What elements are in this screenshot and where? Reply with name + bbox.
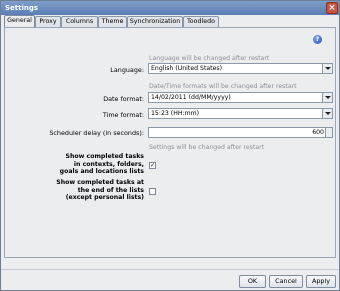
tab-columns[interactable]: Columns bbox=[61, 16, 98, 27]
completed-tasks-end-label-line: (except personal lists) bbox=[65, 194, 144, 202]
completed-tasks-contexts-label-line: goals and locations lists bbox=[59, 168, 144, 176]
language-restart-note: Language will be changed after restart bbox=[149, 55, 270, 62]
tab-synchronization[interactable]: Synchronization bbox=[127, 16, 183, 27]
completed-tasks-end-label-line: the end of the lists bbox=[77, 186, 144, 194]
completed-tasks-contexts-checkbox[interactable]: ✓ bbox=[149, 162, 156, 169]
close-icon: × bbox=[328, 3, 336, 13]
date-format-label: Date format: bbox=[103, 95, 144, 103]
settings-restart-note: Settings will be changed after restart bbox=[149, 144, 265, 151]
settings-window: Settings × General Proxy Columns Theme S… bbox=[0, 0, 340, 291]
date-format-select[interactable]: 14/02/2011 (dd/MM/yyyy) bbox=[148, 92, 333, 103]
language-label: Language: bbox=[110, 66, 144, 74]
cancel-button[interactable]: Cancel bbox=[269, 275, 303, 288]
tab-toodledo[interactable]: Toodledo bbox=[183, 16, 219, 27]
time-format-label: Time format: bbox=[102, 111, 144, 119]
scheduler-delay-label: Scheduler delay (in seconds): bbox=[49, 129, 144, 137]
date-format-value: 14/02/2011 (dd/MM/yyyy) bbox=[151, 94, 231, 101]
time-format-select[interactable]: 15:23 (HH:mm) bbox=[148, 108, 333, 119]
completed-tasks-contexts-label: Show completed tasks in contexts, folder… bbox=[42, 153, 144, 176]
datetime-restart-note: Date/Time formats will be changed after … bbox=[149, 83, 297, 90]
tab-proxy[interactable]: Proxy bbox=[35, 16, 61, 27]
completed-tasks-end-label: Show completed tasks at the end of the l… bbox=[42, 179, 144, 202]
chevron-down-icon[interactable] bbox=[322, 109, 332, 118]
spinner-icon[interactable] bbox=[325, 128, 332, 137]
completed-tasks-end-label-line: Show completed tasks at bbox=[56, 179, 144, 186]
completed-tasks-contexts-label-line: in contexts, folders, bbox=[73, 160, 144, 168]
chevron-down-icon[interactable] bbox=[322, 93, 332, 102]
time-format-value: 15:23 (HH:mm) bbox=[151, 110, 200, 117]
title-bar: Settings × bbox=[1, 1, 339, 15]
language-select[interactable]: English (United States) bbox=[148, 63, 333, 74]
window-title: Settings bbox=[5, 4, 39, 12]
tab-theme[interactable]: Theme bbox=[98, 16, 127, 27]
completed-tasks-contexts-label-line: Show completed tasks bbox=[65, 153, 144, 160]
chevron-down-icon[interactable] bbox=[322, 64, 332, 73]
close-button[interactable]: × bbox=[326, 2, 338, 14]
apply-button[interactable]: Apply bbox=[306, 275, 336, 288]
button-separator bbox=[1, 269, 339, 270]
completed-tasks-end-checkbox[interactable] bbox=[149, 188, 156, 195]
scheduler-delay-value: 600 bbox=[312, 129, 324, 136]
language-value: English (United States) bbox=[151, 65, 223, 72]
ok-button[interactable]: OK bbox=[239, 275, 266, 288]
help-icon[interactable]: ? bbox=[313, 35, 322, 44]
tab-general[interactable]: General bbox=[4, 15, 35, 27]
scheduler-delay-input[interactable]: 600 bbox=[148, 127, 333, 138]
